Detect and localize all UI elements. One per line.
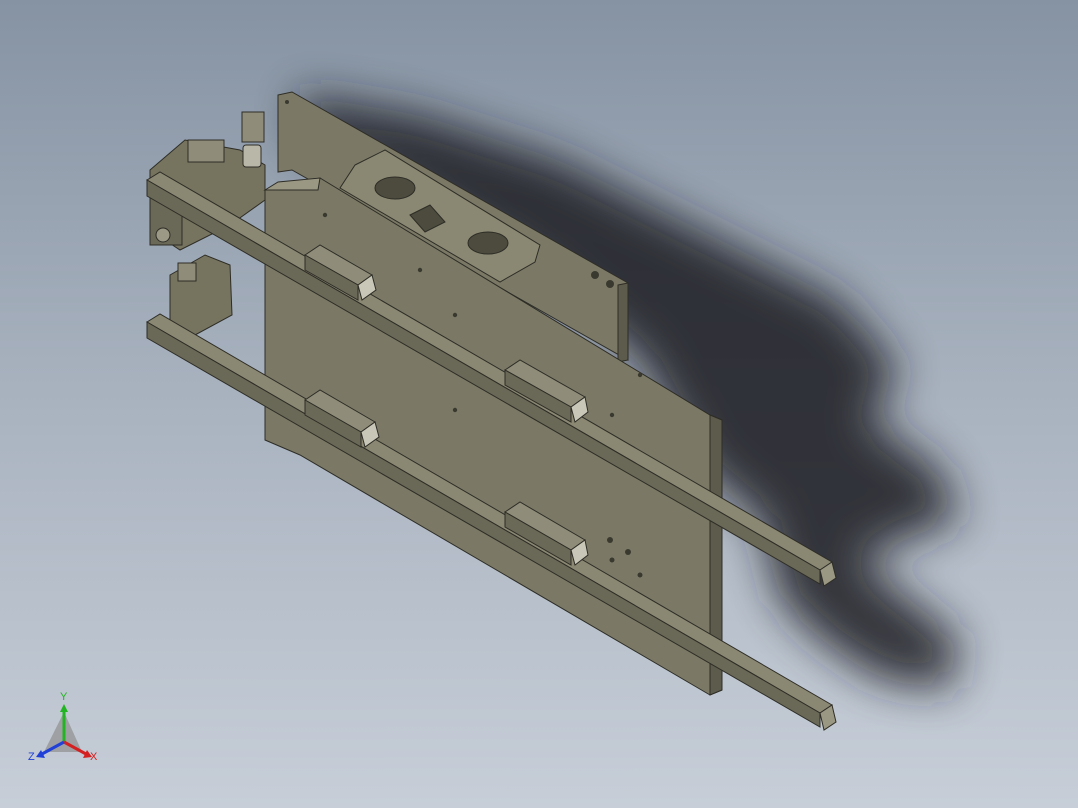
hole <box>609 557 615 563</box>
slot <box>467 231 509 255</box>
triad-icon: Y X Z <box>28 691 98 763</box>
slot <box>374 176 416 200</box>
x-axis-label: X <box>90 751 98 763</box>
hole <box>625 549 631 555</box>
motor-shaft <box>155 227 171 243</box>
fitting <box>241 111 265 143</box>
coordinate-triad: Y X Z <box>22 690 112 770</box>
small-fitting <box>177 262 197 282</box>
hole <box>417 267 423 273</box>
hole <box>322 212 328 218</box>
main-plate-top <box>263 177 321 191</box>
hole <box>637 372 643 378</box>
hole <box>285 100 289 104</box>
hole <box>606 280 614 288</box>
z-axis-label: Z <box>28 751 35 763</box>
hole <box>452 407 458 413</box>
hole <box>452 312 458 318</box>
hole <box>609 412 615 418</box>
back-plate-edge <box>617 282 629 363</box>
hole <box>637 572 643 578</box>
assembly-model[interactable] <box>0 0 1078 808</box>
cylinder <box>242 144 262 168</box>
cad-viewport[interactable]: Y X Z <box>0 0 1078 808</box>
hole <box>591 271 599 279</box>
hole <box>607 537 613 543</box>
fitting <box>187 139 225 163</box>
y-axis-arrow <box>60 704 68 712</box>
y-axis-label: Y <box>60 691 68 703</box>
